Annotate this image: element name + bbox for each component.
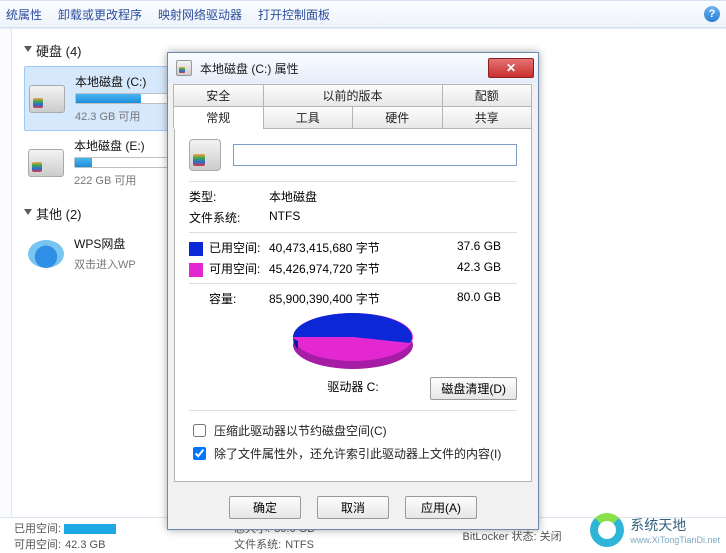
section-others-label: 其他 (2) — [36, 204, 82, 223]
watermark: 系统天地 www.XiTongTianDi.net — [590, 513, 720, 547]
free-bytes: 45,426,974,720 字节 — [269, 260, 457, 277]
dialog-tabs: 安全 以前的版本 配额 常规 工具 硬件 共享 — [174, 85, 532, 129]
index-checkbox-row[interactable]: 除了文件属性外，还允许索引此驱动器上文件的内容(I) — [189, 444, 517, 463]
apply-button[interactable]: 应用(A) — [405, 496, 477, 519]
compress-checkbox-row[interactable]: 压缩此驱动器以节约磁盘空间(C) — [189, 421, 517, 440]
other-detail: 双击进入WP — [74, 256, 136, 272]
toolbar-uninstall-programs[interactable]: 卸载或更改程序 — [58, 6, 142, 23]
type-value: 本地磁盘 — [269, 188, 517, 205]
help-icon[interactable]: ? — [704, 6, 720, 22]
capacity-gb: 80.0 GB — [457, 290, 517, 307]
status-used-bar — [64, 524, 116, 534]
watermark-url: www.XiTongTianDi.net — [630, 535, 720, 545]
tab-general[interactable]: 常规 — [173, 106, 264, 129]
watermark-title: 系统天地 — [630, 517, 686, 533]
used-color-swatch — [189, 242, 203, 256]
dialog-titlebar[interactable]: 本地磁盘 (C:) 属性 ✕ — [168, 53, 538, 83]
compress-checkbox[interactable] — [193, 424, 206, 437]
tab-sharing[interactable]: 共享 — [442, 106, 533, 129]
tab-tools[interactable]: 工具 — [263, 106, 354, 129]
fs-value: NTFS — [269, 209, 517, 226]
other-text: WPS网盘 双击进入WP — [74, 235, 136, 272]
tab-previous-versions[interactable]: 以前的版本 — [263, 84, 443, 107]
ok-button[interactable]: 确定 — [229, 496, 301, 519]
used-gb: 37.6 GB — [457, 239, 517, 256]
toolbar-map-network-drive[interactable]: 映射网络驱动器 — [158, 6, 242, 23]
properties-dialog: 本地磁盘 (C:) 属性 ✕ 安全 以前的版本 配额 常规 工具 硬件 共享 类… — [167, 52, 539, 530]
index-label: 除了文件属性外，还允许索引此驱动器上文件的内容(I) — [214, 445, 501, 462]
free-label: 可用空间: — [209, 262, 260, 276]
status-used-label: 已用空间: — [14, 523, 61, 535]
status-fs-label: 文件系统: — [234, 539, 281, 551]
disk-cleanup-button[interactable]: 磁盘清理(D) — [430, 377, 517, 400]
status-free-label: 可用空间: — [14, 539, 61, 551]
index-checkbox[interactable] — [193, 447, 206, 460]
disclosure-triangle-icon — [24, 46, 32, 56]
tab-hardware[interactable]: 硬件 — [352, 106, 443, 129]
free-gb: 42.3 GB — [457, 260, 517, 277]
other-name: WPS网盘 — [74, 235, 136, 252]
tab-general-panel: 类型: 本地磁盘 文件系统: NTFS 已用空间: 40,473,415,680… — [174, 129, 532, 482]
cancel-button[interactable]: 取消 — [317, 496, 389, 519]
drive-icon — [29, 85, 65, 113]
fs-label: 文件系统: — [189, 209, 269, 226]
watermark-logo-icon — [590, 513, 624, 547]
drive-icon — [176, 60, 192, 76]
dialog-button-row: 确定 取消 应用(A) — [168, 488, 538, 529]
tab-security[interactable]: 安全 — [173, 84, 264, 107]
capacity-bytes: 85,900,390,400 字节 — [269, 290, 457, 307]
compress-label: 压缩此驱动器以节约磁盘空间(C) — [214, 422, 387, 439]
explorer-toolbar: 统属性 卸载或更改程序 映射网络驱动器 打开控制面板 ? — [0, 0, 726, 28]
section-drives-label: 硬盘 (4) — [36, 41, 82, 60]
drive-icon — [189, 139, 221, 171]
toolbar-system-properties[interactable]: 统属性 — [6, 6, 42, 23]
cloud-icon — [28, 240, 64, 268]
dialog-title: 本地磁盘 (C:) 属性 — [200, 60, 480, 77]
usage-pie-chart — [189, 311, 517, 376]
volume-label-input[interactable] — [233, 144, 517, 166]
used-bytes: 40,473,415,680 字节 — [269, 239, 457, 256]
used-label: 已用空间: — [209, 241, 260, 255]
drive-icon — [28, 149, 64, 177]
free-color-swatch — [189, 263, 203, 277]
toolbar-open-control-panel[interactable]: 打开控制面板 — [258, 6, 330, 23]
capacity-label: 容量: — [189, 290, 269, 307]
type-label: 类型: — [189, 188, 269, 205]
status-fs-value: NTFS — [285, 539, 314, 551]
tab-quota[interactable]: 配额 — [442, 84, 533, 107]
status-free-value: 42.3 GB — [65, 539, 105, 551]
nav-pane — [0, 29, 12, 518]
close-button[interactable]: ✕ — [488, 58, 534, 78]
disclosure-triangle-icon — [24, 209, 32, 219]
